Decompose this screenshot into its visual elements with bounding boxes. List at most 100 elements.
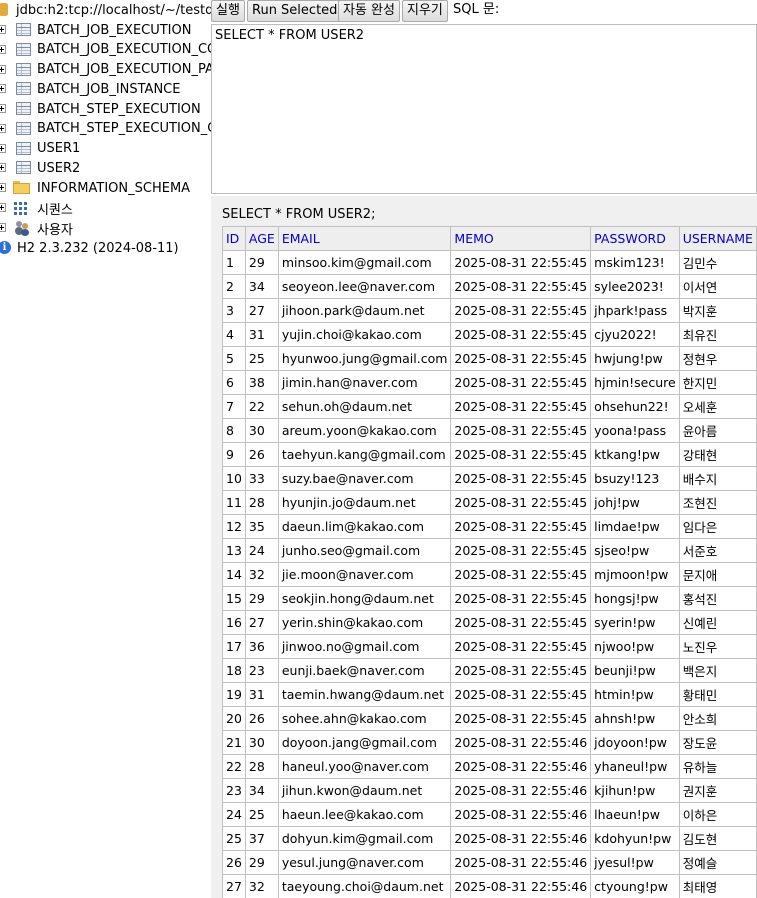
table-row[interactable]: 9 26 taehyun.kang@gmail.com 2025-08-31 22:5… — [222, 442, 757, 467]
expand-icon[interactable] — [0, 163, 6, 173]
table-cell-email: taemin.hwang@daum.net — [277, 682, 452, 707]
table-cell-username: 문지애 — [678, 562, 757, 587]
tree-item-table[interactable]: BATCH_STEP_EXECUTION_CONTEXT — [0, 119, 211, 139]
expand-icon[interactable] — [0, 44, 6, 54]
expand-icon[interactable] — [0, 84, 6, 94]
tree-item-label: BATCH_JOB_INSTANCE — [37, 81, 181, 97]
table-row[interactable]: 16 27 yerin.shin@kakao.com 2025-08-31 22:55… — [222, 610, 757, 635]
tree-item-schema[interactable]: INFORMATION_SCHEMA — [0, 178, 190, 198]
table-cell-memo: 2025-08-31 22:55:45 — [450, 274, 592, 299]
table-cell-email: seokjin.hong@daum.net — [277, 586, 452, 611]
expand-icon[interactable] — [0, 143, 6, 153]
column-header-id[interactable]: ID — [222, 226, 246, 251]
table-row[interactable]: 24 25 haeun.lee@kakao.com 2025-08-31 22:55:… — [222, 802, 757, 827]
table-row[interactable]: 4 31 yujin.choi@kakao.com 2025-08-31 22:55:… — [222, 322, 757, 347]
table-cell-email: doyoon.jang@gmail.com — [277, 730, 452, 755]
tree-connection[interactable]: jdbc:h2:tcp://localhost/~/testdb — [0, 0, 211, 20]
table-cell-username: 최유진 — [678, 322, 757, 347]
table-cell-password: mjmoon!pw — [590, 562, 680, 587]
table-row[interactable]: 5 25 hyunwoo.jung@gmail.com 2025-08-31 22:5… — [222, 346, 757, 371]
tree-item-table[interactable]: USER2 — [0, 158, 80, 178]
table-row[interactable]: 27 32 taeyoung.choi@daum.net 2025-08-31 22:… — [222, 874, 757, 898]
table-row[interactable]: 2 34 seoyeon.lee@naver.com 2025-08-31 22:55… — [222, 274, 757, 299]
expand-icon[interactable] — [0, 223, 6, 232]
expand-icon[interactable] — [0, 183, 6, 192]
table-row[interactable]: 10 33 suzy.bae@naver.com 2025-08-31 22:55:4… — [222, 466, 757, 491]
table-cell-email: junho.seo@gmail.com — [277, 538, 452, 563]
tree-item-table[interactable]: BATCH_STEP_EXECUTION — [0, 99, 201, 119]
table-cell-username: 안소희 — [678, 706, 757, 731]
tree-item-table[interactable]: BATCH_JOB_INSTANCE — [0, 79, 180, 99]
tree-item-table[interactable]: USER1 — [0, 139, 80, 159]
tree-item-table[interactable]: BATCH_JOB_EXECUTION_CONTEXT — [0, 40, 211, 60]
table-row[interactable]: 23 34 jihun.kwon@daum.net 2025-08-31 22:55:… — [222, 778, 757, 803]
column-header-email[interactable]: EMAIL — [277, 226, 452, 251]
table-row[interactable]: 15 29 seokjin.hong@daum.net 2025-08-31 22:5… — [222, 586, 757, 611]
sql-editor[interactable]: SELECT * FROM USER2 — [211, 24, 757, 194]
tree-item-users[interactable]: 사용자 — [0, 218, 73, 238]
table-row[interactable]: 3 27 jihoon.park@daum.net 2025-08-31 22:55:… — [222, 298, 757, 323]
table-cell-password: ctyoung!pw — [590, 874, 680, 898]
table-row[interactable]: 18 23 eunji.baek@naver.com 2025-08-31 22:55… — [222, 658, 757, 683]
table-cell-id: 2 — [222, 274, 246, 299]
table-cell-age: 31 — [244, 682, 279, 707]
schema-tree: jdbc:h2:tcp://localhost/~/testdb BATCH_J… — [0, 0, 211, 898]
table-row[interactable]: 25 37 dohyun.kim@gmail.com 2025-08-31 22:55… — [222, 826, 757, 851]
auto-complete-button[interactable]: 자동 완성 — [338, 0, 400, 22]
sql-text[interactable]: SELECT * FROM USER2 — [215, 28, 364, 43]
table-cell-id: 4 — [222, 322, 246, 347]
expand-icon[interactable] — [0, 123, 6, 133]
table-cell-username: 한지민 — [678, 370, 757, 395]
column-header-password[interactable]: PASSWORD — [590, 226, 680, 251]
table-cell-age: 30 — [244, 730, 279, 755]
table-row[interactable]: 14 32 jie.moon@naver.com 2025-08-31 22:55:4… — [222, 562, 757, 587]
expand-icon[interactable] — [0, 25, 6, 34]
tree-item-sequences[interactable]: 시퀀스 — [0, 198, 73, 218]
table-row[interactable]: 13 24 junho.seo@gmail.com 2025-08-31 22:55:… — [222, 538, 757, 563]
table-cell-username: 이서연 — [678, 274, 757, 299]
table-row[interactable]: 11 28 hyunjin.jo@daum.net 2025-08-31 22:55:… — [222, 490, 757, 515]
table-row[interactable]: 20 26 sohee.ahn@kakao.com 2025-08-31 22:55:… — [222, 706, 757, 731]
table-row[interactable]: 26 29 yesul.jung@naver.com 2025-08-31 22:55… — [222, 850, 757, 875]
table-cell-memo: 2025-08-31 22:55:45 — [450, 658, 592, 683]
result-panel: SELECT * FROM USER2; ID AGE EMAIL MEMO PASSW… — [211, 196, 757, 898]
table-cell-username: 신예린 — [678, 610, 757, 635]
table-cell-email: areum.yoon@kakao.com — [277, 418, 452, 443]
table-cell-email: yerin.shin@kakao.com — [277, 610, 452, 635]
table-row[interactable]: 7 22 sehun.oh@daum.net 2025-08-31 22:55:45 o… — [222, 394, 757, 419]
column-header-age[interactable]: AGE — [244, 226, 279, 251]
expand-icon[interactable] — [0, 104, 6, 113]
table-cell-memo: 2025-08-31 22:55:46 — [450, 826, 592, 851]
run-selected-button[interactable]: Run Selected — [247, 0, 343, 22]
table-cell-username: 백은지 — [678, 658, 757, 683]
run-button[interactable]: 실행 — [211, 0, 245, 22]
column-header-username[interactable]: USERNAME — [678, 226, 757, 251]
table-row[interactable]: 12 35 daeun.lim@kakao.com 2025-08-31 22:55:… — [222, 514, 757, 539]
column-header-memo[interactable]: MEMO — [450, 226, 592, 251]
expand-icon[interactable] — [0, 64, 6, 74]
table-cell-id: 6 — [222, 370, 246, 395]
sequence-icon — [14, 202, 30, 215]
tree-item-label: 사용자 — [37, 222, 73, 238]
table-cell-username: 박지훈 — [678, 298, 757, 323]
tree-item-table[interactable]: BATCH_JOB_EXECUTION_PARAMS — [0, 60, 211, 80]
table-row[interactable]: 17 36 jinwoo.no@gmail.com 2025-08-31 22:55:… — [222, 634, 757, 659]
clear-button[interactable]: 지우기 — [402, 0, 448, 22]
table-cell-id: 20 — [222, 706, 246, 731]
table-cell-memo: 2025-08-31 22:55:45 — [450, 706, 592, 731]
table-row[interactable]: 21 30 doyoon.jang@gmail.com 2025-08-31 22:5… — [222, 730, 757, 755]
table-cell-age: 23 — [244, 658, 279, 683]
tree-item-table[interactable]: BATCH_JOB_EXECUTION — [0, 20, 191, 40]
table-cell-id: 7 — [222, 394, 246, 419]
table-cell-email: dohyun.kim@gmail.com — [277, 826, 452, 851]
table-row[interactable]: 8 30 areum.yoon@kakao.com 2025-08-31 22:55:… — [222, 418, 757, 443]
table-row[interactable]: 1 29 minsoo.kim@gmail.com 2025-08-31 22:55:… — [222, 250, 757, 275]
table-cell-email: eunji.baek@naver.com — [277, 658, 452, 683]
table-cell-memo: 2025-08-31 22:55:46 — [450, 850, 592, 875]
table-cell-id: 9 — [222, 442, 246, 467]
table-row[interactable]: 6 38 jimin.han@naver.com 2025-08-31 22:55:4… — [222, 370, 757, 395]
table-row[interactable]: 22 28 haneul.yoo@naver.com 2025-08-31 22:55… — [222, 754, 757, 779]
table-row[interactable]: 19 31 taemin.hwang@daum.net 2025-08-31 22:5… — [222, 682, 757, 707]
expand-icon[interactable] — [0, 203, 6, 212]
table-icon — [16, 82, 31, 96]
